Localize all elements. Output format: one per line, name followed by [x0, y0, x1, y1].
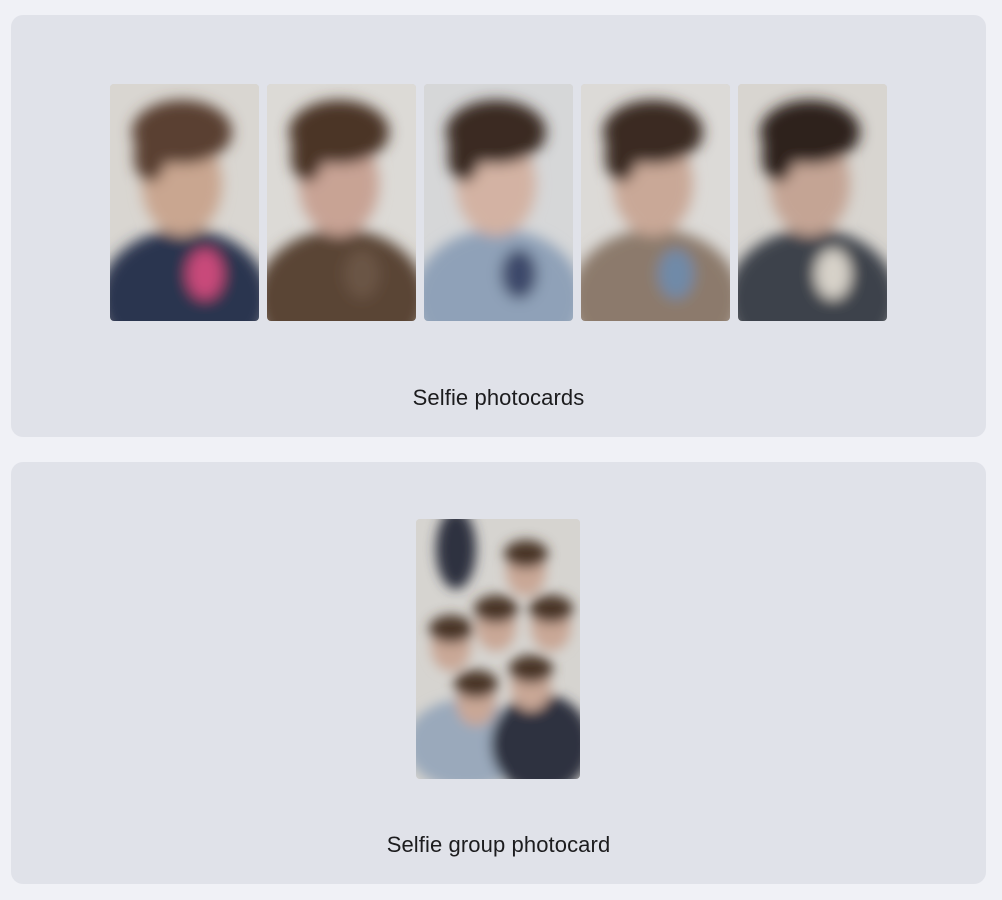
- photocard-1[interactable]: [110, 84, 259, 321]
- selfie-photocards-section: Selfie photocards: [11, 15, 986, 437]
- group-photo-image: [416, 519, 580, 779]
- photocard-5[interactable]: [738, 84, 887, 321]
- photo-image: [110, 84, 259, 321]
- photocard-2[interactable]: [267, 84, 416, 321]
- section-caption: Selfie group photocard: [386, 832, 611, 857]
- photo-image: [424, 84, 573, 321]
- selfie-group-photocard-section: Selfie group photocard: [11, 462, 986, 884]
- group-photocard[interactable]: [416, 519, 580, 779]
- section-caption: Selfie photocards: [412, 385, 585, 410]
- photocard-3[interactable]: [424, 84, 573, 321]
- photo-image: [267, 84, 416, 321]
- photo-image: [738, 84, 887, 321]
- photo-image: [581, 84, 730, 321]
- photocard-4[interactable]: [581, 84, 730, 321]
